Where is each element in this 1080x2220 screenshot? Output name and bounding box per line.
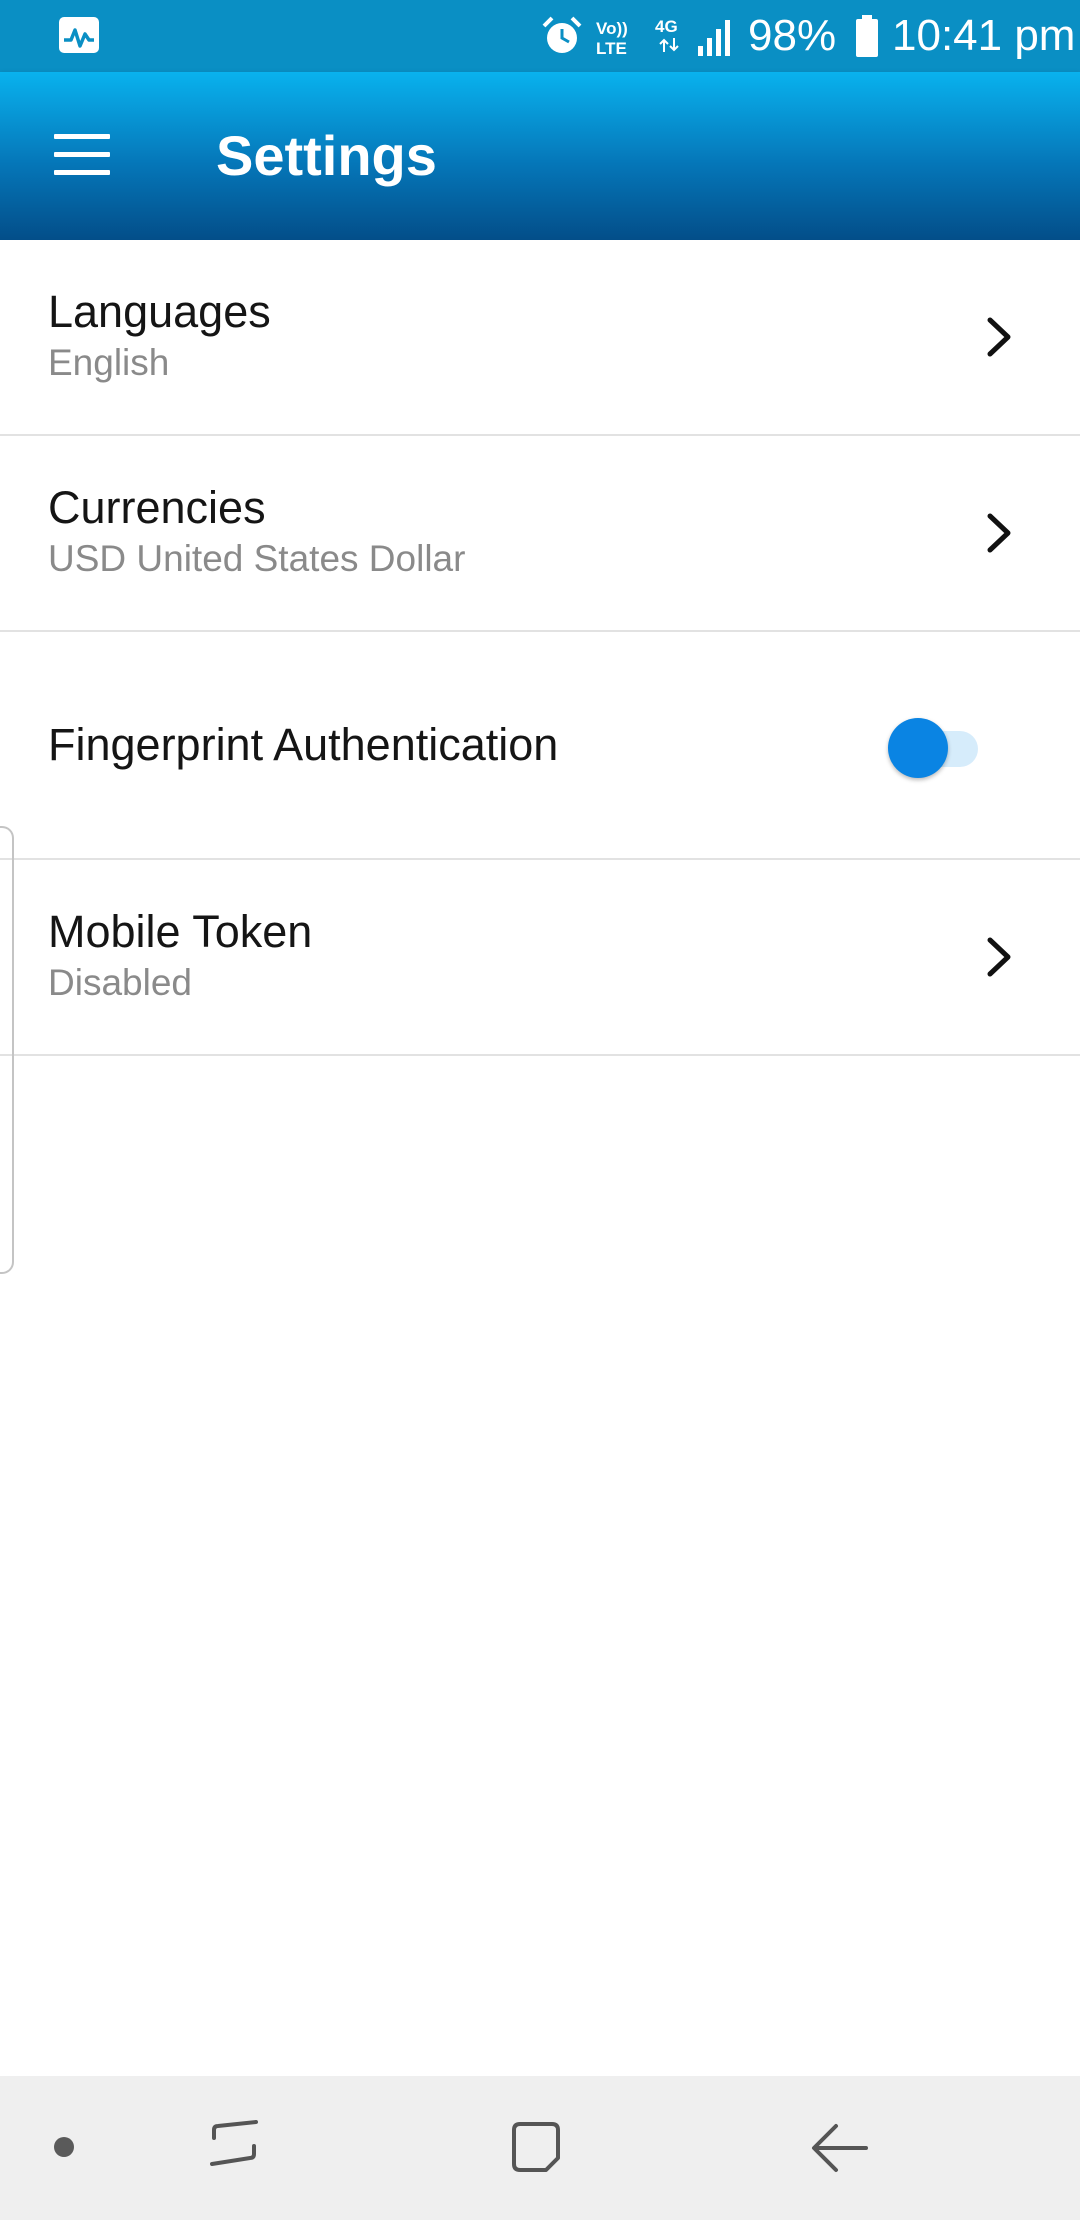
toggle-thumb bbox=[888, 718, 948, 778]
edge-panel-handle[interactable] bbox=[0, 826, 14, 1274]
settings-item-value: USD United States Dollar bbox=[48, 538, 466, 579]
recents-icon[interactable] bbox=[206, 2116, 262, 2176]
svg-text:4G: 4G bbox=[655, 17, 678, 36]
alarm-icon bbox=[542, 16, 582, 53]
chevron-right-icon bbox=[987, 937, 1011, 977]
signal-icon bbox=[698, 20, 730, 56]
settings-item-currencies[interactable]: Currencies USD United States Dollar bbox=[0, 436, 1080, 632]
svg-text:Vo)): Vo)) bbox=[596, 19, 628, 38]
status-time: 10:41 pm bbox=[892, 11, 1076, 60]
volte-icon: Vo)) LTE bbox=[596, 19, 628, 58]
status-icons: Vo)) LTE 4G 98% 10:41 pm bbox=[520, 0, 1080, 72]
chevron-right-icon bbox=[987, 513, 1011, 553]
settings-item-title: Currencies bbox=[48, 482, 266, 533]
nav-dot-icon[interactable] bbox=[54, 2137, 74, 2157]
settings-item-title: Languages bbox=[48, 286, 271, 337]
menu-bar-line bbox=[54, 152, 110, 157]
settings-item-title: Fingerprint Authentication bbox=[48, 719, 559, 770]
fingerprint-toggle[interactable] bbox=[888, 716, 988, 780]
activity-icon bbox=[59, 17, 99, 53]
settings-item-title: Mobile Token bbox=[48, 906, 313, 957]
back-icon[interactable] bbox=[808, 2120, 872, 2176]
settings-item-languages[interactable]: Languages English bbox=[0, 240, 1080, 436]
menu-bar-line bbox=[54, 170, 110, 175]
chevron-right-icon bbox=[987, 317, 1011, 357]
network-4g-icon: 4G bbox=[655, 17, 679, 52]
page-title: Settings bbox=[216, 124, 437, 187]
settings-list: Languages English Currencies USD United … bbox=[0, 240, 1080, 1056]
svg-text:LTE: LTE bbox=[596, 39, 627, 58]
settings-item-fingerprint: Fingerprint Authentication bbox=[0, 632, 1080, 860]
home-icon[interactable] bbox=[506, 2118, 566, 2178]
settings-item-value: English bbox=[48, 342, 170, 383]
battery-percent: 98% bbox=[748, 11, 837, 60]
status-bar: Vo)) LTE 4G 98% 10:41 pm bbox=[0, 0, 1080, 72]
settings-item-value: Disabled bbox=[48, 962, 192, 1003]
navigation-bar bbox=[0, 2076, 1080, 2220]
hamburger-menu-icon[interactable] bbox=[50, 124, 114, 184]
battery-icon bbox=[856, 15, 878, 57]
menu-bar-line bbox=[54, 134, 110, 139]
app-bar: Settings bbox=[0, 72, 1080, 240]
settings-item-mobile-token[interactable]: Mobile Token Disabled bbox=[0, 860, 1080, 1056]
